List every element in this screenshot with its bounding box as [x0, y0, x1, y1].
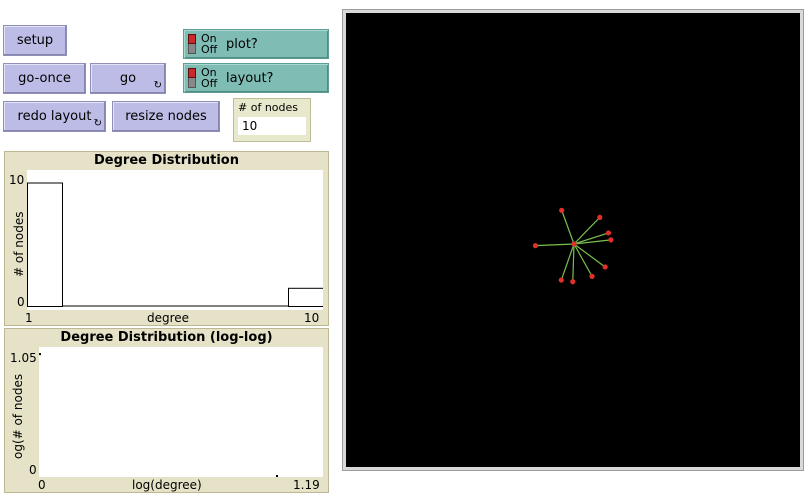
- world-view[interactable]: [342, 9, 804, 471]
- network-node: [570, 279, 576, 285]
- network-link: [535, 243, 575, 247]
- network-node: [559, 207, 565, 213]
- go-once-button-label: go-once: [18, 71, 71, 86]
- degree-distribution-log-log-plot: Degree Distribution (log-log) 1.05 0 og(…: [4, 328, 329, 493]
- network-node: [558, 277, 564, 283]
- go-button[interactable]: go ↻: [90, 63, 166, 94]
- scatter-point: [275, 475, 278, 477]
- redo-layout-button-label: redo layout: [17, 109, 92, 124]
- plot-area: [27, 170, 323, 310]
- degree-distribution-plot: Degree Distribution 10 0 # of nodes 1 de…: [4, 151, 329, 326]
- layout-switch-label: layout?: [226, 71, 274, 86]
- resize-nodes-button-label: resize nodes: [125, 109, 207, 124]
- y-min-label: 0: [17, 295, 25, 309]
- y-axis-label: # of nodes: [12, 211, 26, 277]
- plot-area: [39, 347, 323, 477]
- plot-title: Degree Distribution: [94, 153, 239, 168]
- log-log-scatter: [39, 353, 278, 477]
- num-nodes-label: # of nodes: [238, 101, 298, 114]
- layout-switch[interactable]: On Off layout?: [183, 63, 329, 93]
- plot-switch[interactable]: On Off plot?: [183, 29, 329, 59]
- y-max-label: 10: [9, 173, 25, 187]
- switch-knob[interactable]: [188, 68, 196, 78]
- setup-button-label: setup: [16, 33, 54, 48]
- forever-icon: ↻: [93, 118, 102, 129]
- histogram-bar: [27, 182, 63, 307]
- network-link: [573, 243, 593, 277]
- network-node: [589, 273, 595, 279]
- y-axis-label: og(# of nodes: [11, 373, 25, 459]
- redo-layout-button[interactable]: redo layout ↻: [3, 101, 106, 132]
- world-view-canvas[interactable]: [346, 13, 800, 467]
- scatter-point: [39, 353, 41, 356]
- network-node: [608, 237, 614, 243]
- network-graph: [532, 207, 614, 285]
- y-max-label: 1.05: [10, 351, 37, 365]
- x-axis-label: degree: [147, 311, 190, 325]
- network-link: [573, 243, 606, 268]
- switch-off-label: Off: [201, 43, 218, 56]
- x-min-label: 0: [38, 478, 46, 492]
- go-once-button[interactable]: go-once: [3, 63, 86, 94]
- degree-histogram: [27, 182, 323, 308]
- network-node: [602, 264, 608, 270]
- setup-button[interactable]: setup: [3, 25, 67, 56]
- forever-icon: ↻: [153, 80, 162, 91]
- num-nodes-input-box: # of nodes 10: [233, 98, 311, 142]
- x-min-label: 1: [25, 311, 33, 325]
- x-max-label: 1.19: [293, 478, 320, 492]
- histogram-bar: [288, 287, 323, 308]
- x-axis-label: log(degree): [132, 478, 202, 492]
- x-max-label: 10: [304, 311, 320, 325]
- y-min-label: 0: [29, 463, 37, 477]
- switch-off-label: Off: [201, 77, 218, 90]
- switch-knob[interactable]: [188, 34, 196, 44]
- go-button-label: go: [119, 71, 137, 86]
- network-node: [571, 241, 577, 247]
- network-link: [572, 243, 575, 282]
- plot-switch-label: plot?: [226, 37, 258, 52]
- network-link: [561, 210, 575, 245]
- resize-nodes-button[interactable]: resize nodes: [112, 101, 220, 132]
- plot-title: Degree Distribution (log-log): [60, 330, 273, 345]
- num-nodes-input[interactable]: 10: [238, 117, 306, 135]
- network-link: [560, 243, 575, 281]
- network-node: [597, 214, 603, 220]
- network-node: [532, 243, 539, 249]
- network-node: [605, 230, 612, 236]
